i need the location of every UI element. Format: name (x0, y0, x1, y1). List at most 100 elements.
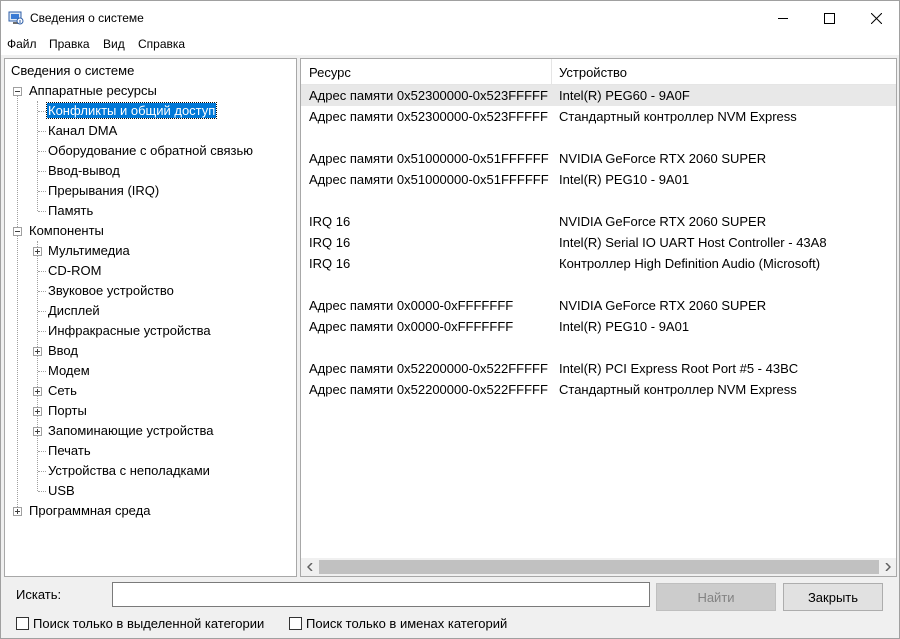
table-row[interactable]: Адрес памяти 0x51000000-0x51FFFFFF Intel… (301, 169, 896, 190)
tree-item-root[interactable]: Сведения о системе (10, 62, 135, 80)
tree-item-storage[interactable]: Запоминающие устройства (47, 422, 214, 440)
table-row[interactable]: Адрес памяти 0x52300000-0x523FFFFF Intel… (301, 85, 896, 106)
tree-item-memory[interactable]: Память (47, 202, 94, 220)
cell-device: NVIDIA GeForce RTX 2060 SUPER (559, 214, 767, 229)
cell-device: Intel(R) PEG10 - 9A01 (559, 319, 690, 334)
tree-item-display[interactable]: Дисплей (47, 302, 101, 320)
system-info-window: Сведения о системе Файл Правка Вид Справ… (0, 0, 900, 639)
cell-resource: Адрес памяти 0x0000-0xFFFFFFF (309, 319, 514, 334)
tree-item-software[interactable]: Программная среда (28, 502, 151, 520)
horizontal-scrollbar[interactable] (301, 558, 896, 576)
table-row[interactable] (301, 274, 896, 295)
menu-edit[interactable]: Правка (49, 37, 90, 51)
cell-resource: Адрес памяти 0x52200000-0x522FFFFF (309, 361, 548, 376)
tree-item-forced-hardware[interactable]: Оборудование с обратной связью (47, 142, 254, 160)
tree-item-network[interactable]: Сеть (47, 382, 78, 400)
tree-item-cdrom[interactable]: CD-ROM (47, 262, 102, 280)
table-row[interactable] (301, 127, 896, 148)
cell-device: Стандартный контроллер NVM Express (559, 109, 797, 124)
menu-view[interactable]: Вид (103, 37, 125, 51)
cell-resource: IRQ 16 (309, 214, 351, 229)
tree-connector (38, 271, 46, 272)
table-row[interactable] (301, 337, 896, 358)
search-category-names-option[interactable]: Поиск только в именах категорий (289, 615, 507, 631)
tree-item-infrared[interactable]: Инфракрасные устройства (47, 322, 212, 340)
table-row[interactable]: Адрес памяти 0x0000-0xFFFFFFF NVIDIA GeF… (301, 295, 896, 316)
chevron-right-icon (884, 563, 891, 571)
tree-connector (38, 291, 46, 292)
table-row[interactable] (301, 190, 896, 211)
close-button[interactable]: Закрыть (783, 583, 883, 611)
table-row[interactable]: IRQ 16 Intel(R) Serial IO UART Host Cont… (301, 232, 896, 253)
expand-icon[interactable] (33, 387, 42, 396)
tree-item-dma[interactable]: Канал DMA (47, 122, 118, 140)
tree-item-sound[interactable]: Звуковое устройство (47, 282, 175, 300)
tree-connector (38, 191, 46, 192)
expand-icon[interactable] (13, 507, 22, 516)
tree-item-printing[interactable]: Печать (47, 442, 92, 460)
tree-connector (38, 471, 46, 472)
cell-resource: Адрес памяти 0x52300000-0x523FFFFF (309, 88, 548, 103)
collapse-icon[interactable] (13, 87, 22, 96)
tree-item-io[interactable]: Ввод-вывод (47, 162, 121, 180)
expand-icon[interactable] (33, 347, 42, 356)
column-header-resource[interactable]: Ресурс (309, 65, 351, 80)
minimize-icon (777, 17, 788, 19)
table-row[interactable]: Адрес памяти 0x52200000-0x522FFFFF Станд… (301, 379, 896, 400)
tree-connector (38, 371, 46, 372)
tree-item-modem[interactable]: Модем (47, 362, 91, 380)
cell-device: NVIDIA GeForce RTX 2060 SUPER (559, 151, 767, 166)
scroll-right-button[interactable] (879, 558, 896, 576)
close-icon (870, 12, 882, 24)
cell-resource: Адрес памяти 0x52300000-0x523FFFFF (309, 109, 548, 124)
minimize-button[interactable] (760, 1, 806, 35)
collapse-icon[interactable] (13, 227, 22, 236)
tree-item-conflicts[interactable]: Конфликты и общий доступ (45, 102, 218, 120)
search-label: Искать: (16, 587, 62, 602)
tree-item-hardware[interactable]: Аппаратные ресурсы (28, 82, 158, 100)
tree-connector (38, 211, 46, 212)
column-header-device[interactable]: Устройство (559, 65, 627, 80)
tree-item-ports[interactable]: Порты (47, 402, 88, 420)
find-button-label: Найти (697, 589, 735, 605)
scrollbar-thumb[interactable] (319, 560, 879, 574)
tree-item-irq[interactable]: Прерывания (IRQ) (47, 182, 160, 200)
find-button[interactable]: Найти (656, 583, 776, 611)
tree-connector (38, 111, 46, 112)
cell-resource: Адрес памяти 0x51000000-0x51FFFFFF (309, 172, 549, 187)
search-input[interactable] (112, 582, 650, 607)
maximize-button[interactable] (806, 1, 852, 35)
tree-item-input[interactable]: Ввод (47, 342, 79, 360)
search-category-names-checkbox[interactable] (289, 616, 302, 630)
search-category-names-label: Поиск только в именах категорий (306, 615, 508, 631)
tree-connector (37, 241, 38, 491)
expand-icon[interactable] (33, 407, 42, 416)
table-row[interactable]: IRQ 16 NVIDIA GeForce RTX 2060 SUPER (301, 211, 896, 232)
tree-item-components[interactable]: Компоненты (28, 222, 105, 240)
menu-file[interactable]: Файл (7, 37, 37, 51)
table-row[interactable]: IRQ 16 Контроллер High Definition Audio … (301, 253, 896, 274)
table-row[interactable]: Адрес памяти 0x51000000-0x51FFFFFF NVIDI… (301, 148, 896, 169)
table-row[interactable]: Адрес памяти 0x0000-0xFFFFFFF Intel(R) P… (301, 316, 896, 337)
tree-item-usb[interactable]: USB (47, 482, 76, 500)
details-list[interactable]: Ресурс Устройство Адрес памяти 0x5230000… (300, 58, 897, 577)
column-divider[interactable] (551, 59, 552, 85)
scroll-left-button[interactable] (301, 558, 318, 576)
expand-icon[interactable] (33, 427, 42, 436)
window-title: Сведения о системе (30, 11, 144, 25)
cell-resource: IRQ 16 (309, 256, 351, 271)
tree-item-problem-devices[interactable]: Устройства с неполадками (47, 462, 211, 480)
table-row[interactable]: Адрес памяти 0x52200000-0x522FFFFF Intel… (301, 358, 896, 379)
search-selected-category-option[interactable]: Поиск только в выделенной категории (16, 615, 264, 631)
expand-icon[interactable] (33, 247, 42, 256)
tree-connector (38, 331, 46, 332)
category-tree[interactable]: Сведения о системе Аппаратные ресурсы Ко… (4, 58, 297, 577)
menu-help[interactable]: Справка (138, 37, 185, 51)
cell-resource: IRQ 16 (309, 235, 351, 250)
search-selected-category-checkbox[interactable] (16, 616, 29, 630)
tree-item-multimedia[interactable]: Мультимедиа (47, 242, 131, 260)
table-row[interactable]: Адрес памяти 0x52300000-0x523FFFFF Станд… (301, 106, 896, 127)
cell-device: Контроллер High Definition Audio (Micros… (559, 256, 821, 271)
close-window-button[interactable] (853, 1, 899, 35)
cell-device: NVIDIA GeForce RTX 2060 SUPER (559, 298, 767, 313)
